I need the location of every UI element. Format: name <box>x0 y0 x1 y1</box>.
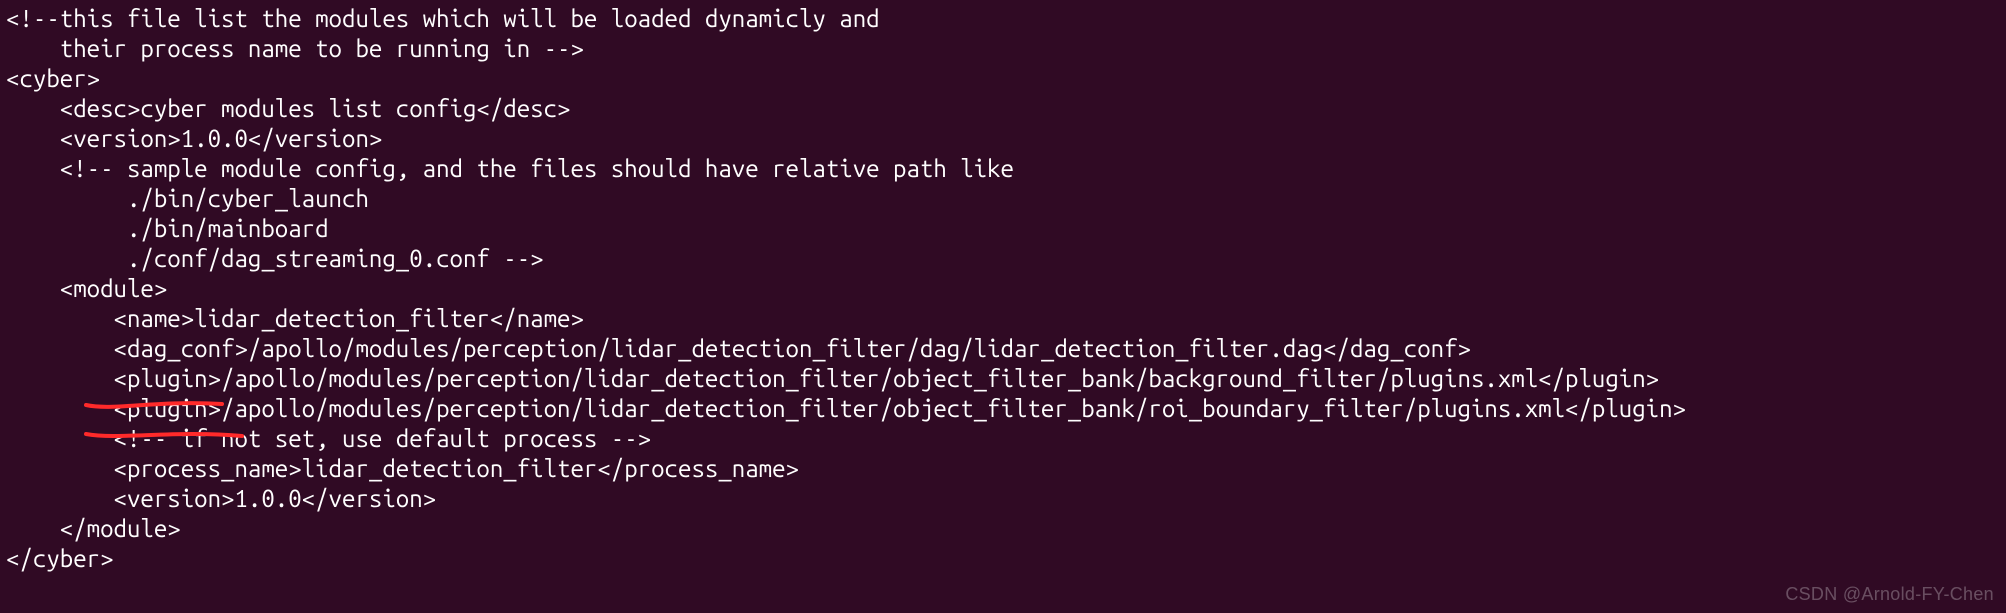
code-line: their process name to be running in --> <box>6 35 584 62</box>
terminal-code-block: <!--this file list the modules which wil… <box>0 0 2006 613</box>
code-line: <process_name>lidar_detection_filter</pr… <box>6 455 799 482</box>
code-line: <plugin>/apollo/modules/perception/lidar… <box>6 365 1659 392</box>
code-line: <version>1.0.0</version> <box>6 125 382 152</box>
code-line: <version>1.0.0</version> <box>6 485 436 512</box>
code-line: ./conf/dag_streaming_0.conf --> <box>6 245 544 272</box>
watermark-text: CSDN @Arnold-FY-Chen <box>1785 583 1994 606</box>
code-line: <!--this file list the modules which wil… <box>6 5 880 32</box>
code-line: <dag_conf>/apollo/modules/perception/lid… <box>6 335 1471 362</box>
xml-config-text: <!--this file list the modules which wil… <box>6 4 2000 574</box>
code-line: </cyber> <box>6 545 114 572</box>
code-line: <name>lidar_detection_filter</name> <box>6 305 584 332</box>
code-line: <!-- sample module config, and the files… <box>6 155 1014 182</box>
code-line: <plugin>/apollo/modules/perception/lidar… <box>6 395 1686 422</box>
code-line: ./bin/cyber_launch <box>6 185 369 212</box>
code-line: <module> <box>6 275 167 302</box>
code-line: <!-- if not set, use default process --> <box>6 425 651 452</box>
code-line: <desc>cyber modules list config</desc> <box>6 95 570 122</box>
code-line: ./bin/mainboard <box>6 215 329 242</box>
code-line: <cyber> <box>6 65 100 92</box>
code-line: </module> <box>6 515 181 542</box>
